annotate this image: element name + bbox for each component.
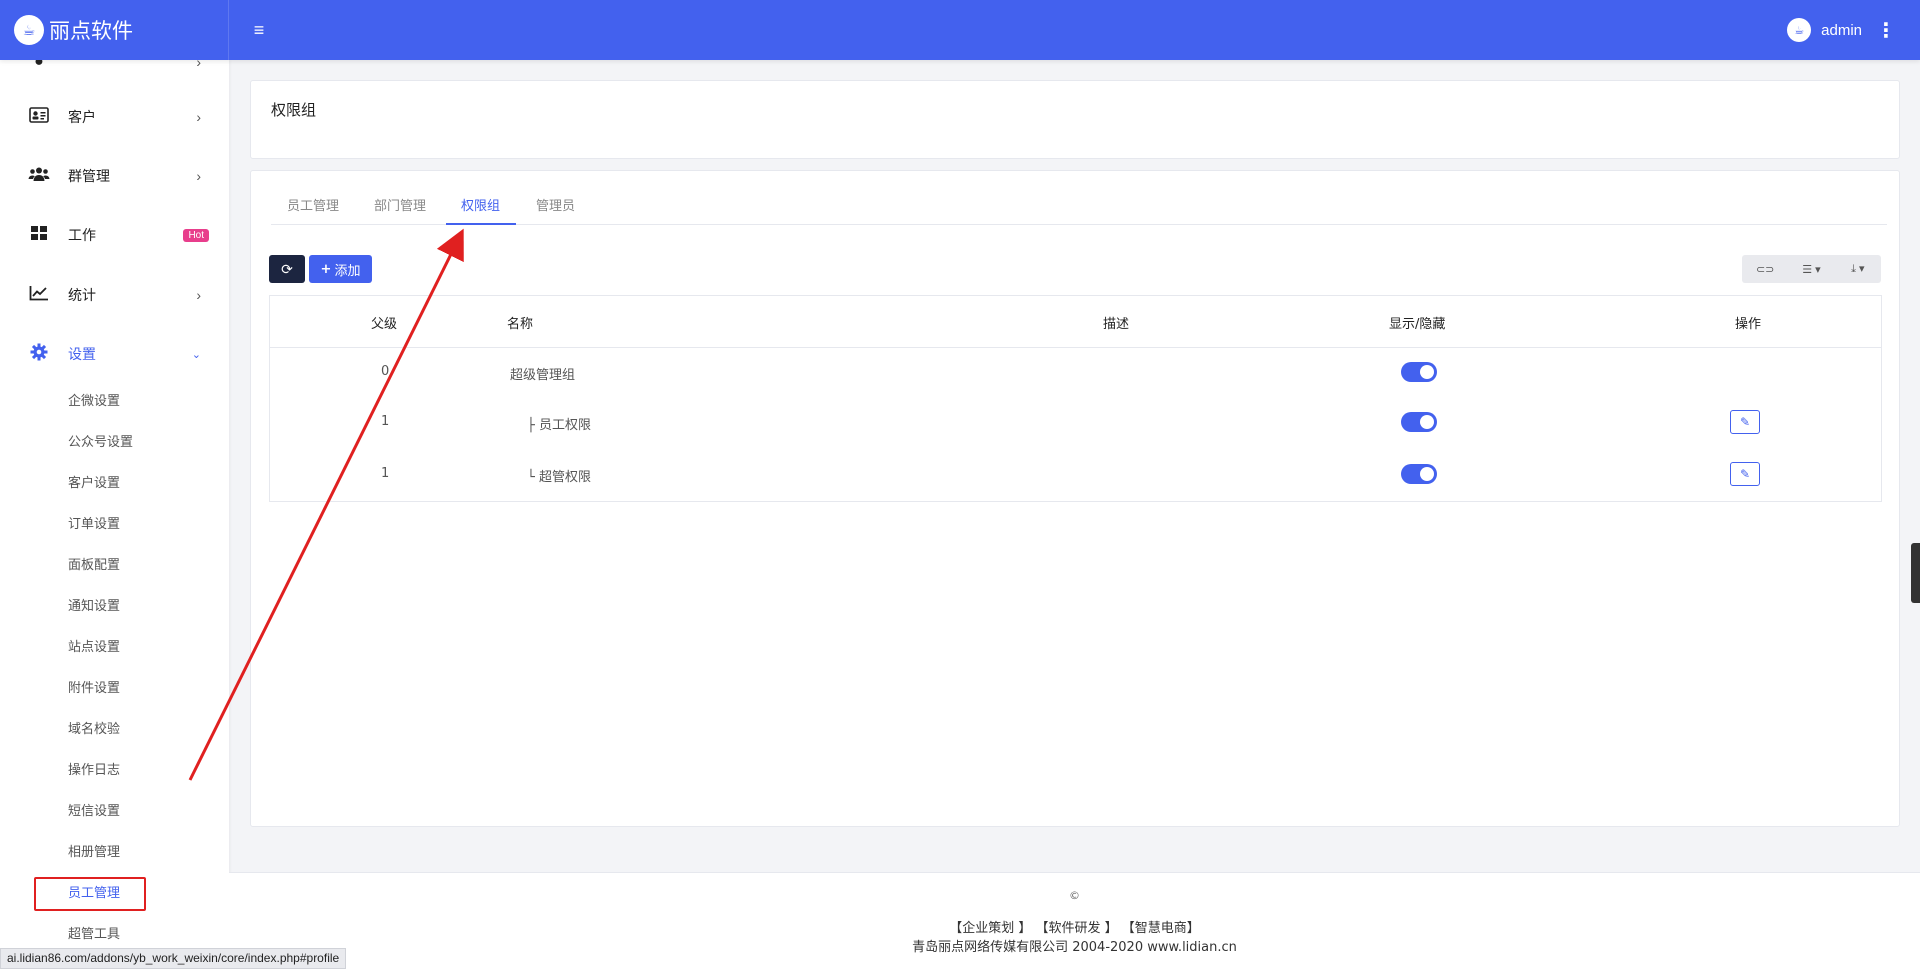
visibility-toggle[interactable] [1401, 412, 1437, 432]
tab-administrator[interactable]: 管理员 [536, 195, 575, 214]
content-card: 员工管理 部门管理 权限组 管理员 ⟳ + 添加 ⊂⊃ ☰ ▾ ⤓ ▾ 父级 名… [250, 170, 1900, 827]
sub-item-sms-settings[interactable]: 短信设置 [68, 800, 120, 822]
sidebar-item-stats[interactable]: 统计 › [0, 275, 229, 315]
sidebar-item-label: 群管理 [68, 169, 110, 185]
footer: © 【企业策划 】 【软件研发 】 【智慧电商】 青岛丽点网络传媒有限公司 20… [229, 872, 1920, 969]
sidebar-item-label: 客户 [68, 110, 96, 126]
user-menu[interactable]: ☕ admin ⋮ [1787, 0, 1920, 60]
chart-line-icon [28, 285, 50, 306]
table-tools: ⊂⊃ ☰ ▾ ⤓ ▾ [1742, 255, 1881, 283]
sub-item-operation-log[interactable]: 操作日志 [68, 759, 120, 781]
tab-bar: 员工管理 部门管理 权限组 管理员 [271, 183, 1887, 225]
page-header-card: 权限组 [250, 80, 1900, 159]
sidebar-item-label: 统计 [68, 288, 96, 304]
chevron-right-icon: › [196, 60, 201, 70]
visibility-toggle[interactable] [1401, 464, 1437, 484]
top-navbar: ☕ 丽点软件 ≡ ☕ admin ⋮ [0, 0, 1920, 60]
sidebar-item-settings[interactable]: 设置 ⌄ [0, 334, 229, 374]
pencil-icon: ✎ [1739, 467, 1751, 481]
users-icon [28, 166, 50, 187]
sub-item-site-settings[interactable]: 站点设置 [68, 636, 120, 658]
sidebar-item-hidden[interactable]: ● › [0, 60, 229, 82]
cell-name: └ 超管权限 [527, 470, 591, 485]
pencil-icon: ✎ [1739, 415, 1751, 429]
chevron-down-icon: ⌄ [191, 348, 201, 361]
status-bar-url: ai.lidian86.com/addons/yb_work_weixin/co… [0, 948, 347, 969]
logo-icon: ☕ [14, 15, 44, 45]
sub-item-notification-settings[interactable]: 通知设置 [68, 595, 120, 617]
avatar[interactable]: ☕ [1787, 18, 1812, 42]
chevron-right-icon: › [196, 168, 201, 184]
sub-item-official-account-settings[interactable]: 公众号设置 [68, 431, 133, 453]
brand[interactable]: ☕ 丽点软件 [0, 0, 229, 60]
cell-parent: 1 [381, 414, 390, 429]
footer-company: 青岛丽点网络传媒有限公司 2004-2020 www.lidian.cn [912, 940, 1237, 955]
edit-button[interactable]: ✎ [1730, 462, 1760, 486]
edit-button[interactable]: ✎ [1730, 410, 1760, 434]
chevron-right-icon: › [196, 109, 201, 125]
sidebar-item-customer[interactable]: 客户 › [0, 97, 229, 137]
scrollbar-handle[interactable] [1911, 543, 1920, 603]
footer-copyright: © [1069, 889, 1080, 902]
id-card-icon [28, 106, 50, 128]
sidebar-item-work[interactable]: 工作 Hot [0, 215, 229, 255]
columns-button[interactable]: ☰ ▾ [1788, 255, 1834, 283]
refresh-button[interactable]: ⟳ [269, 255, 305, 283]
sub-item-domain-verify[interactable]: 域名校验 [68, 718, 120, 740]
visibility-toggle[interactable] [1401, 362, 1437, 382]
download-icon: ⤓ ▾ [1851, 263, 1865, 275]
hot-badge: Hot [183, 228, 209, 242]
page-title: 权限组 [271, 101, 317, 119]
sub-item-admin-tools[interactable]: 超管工具 [68, 923, 120, 945]
cell-parent: 0 [381, 364, 390, 379]
more-vertical-icon[interactable]: ⋮ [1876, 18, 1896, 43]
sub-item-panel-config[interactable]: 面板配置 [68, 554, 120, 576]
menu-toggle-icon[interactable]: ≡ [247, 20, 271, 41]
cell-name: ├ 员工权限 [527, 418, 591, 433]
tab-department-management[interactable]: 部门管理 [374, 195, 426, 214]
sub-item-album-management[interactable]: 相册管理 [68, 841, 120, 863]
sub-item-attachment-settings[interactable]: 附件设置 [68, 677, 120, 699]
sidebar-item-label: 设置 [68, 347, 96, 363]
circle-icon: ● [34, 60, 44, 70]
active-tab-indicator [446, 223, 516, 225]
tab-staff-management[interactable]: 员工管理 [287, 195, 339, 214]
sub-item-customer-settings[interactable]: 客户设置 [68, 472, 120, 494]
toggle-view-button[interactable]: ⊂⊃ [1742, 255, 1788, 283]
cell-name: 超级管理组 [510, 368, 576, 383]
chevron-right-icon: › [196, 287, 201, 303]
sidebar-item-group[interactable]: 群管理 › [0, 156, 229, 196]
footer-links[interactable]: 【企业策划 】 【软件研发 】 【智慧电商】 [229, 917, 1920, 936]
column-header-actions: 操作 [1735, 317, 1762, 332]
column-header-parent: 父级 [371, 317, 398, 332]
gear-icon [28, 343, 50, 366]
column-header-description: 描述 [1103, 317, 1130, 332]
list-icon: ☰ ▾ [1802, 263, 1821, 276]
user-name[interactable]: admin [1821, 22, 1862, 39]
tab-permission-group[interactable]: 权限组 [461, 195, 500, 214]
table-header-divider [270, 347, 1881, 348]
grid-icon [28, 225, 50, 246]
add-button[interactable]: + 添加 [309, 255, 372, 283]
add-button-label: 添加 [334, 263, 361, 279]
annotation-highlight-box [34, 877, 146, 911]
sub-item-wecom-settings[interactable]: 企微设置 [68, 390, 120, 412]
cell-parent: 1 [381, 466, 390, 481]
sub-item-order-settings[interactable]: 订单设置 [68, 513, 120, 535]
column-header-name: 名称 [507, 317, 534, 332]
export-button[interactable]: ⤓ ▾ [1835, 255, 1881, 283]
toggle-icon: ⊂⊃ [1755, 263, 1775, 276]
column-header-visibility: 显示/隐藏 [1389, 317, 1446, 332]
brand-name: 丽点软件 [49, 19, 133, 43]
sidebar: ● › 客户 › 群管理 › 工作 Hot 统计 › 设置 ⌄ 企微设置 公众号… [0, 60, 229, 969]
plus-icon: + [320, 261, 332, 277]
permission-table: 父级 名称 描述 显示/隐藏 操作 0 超级管理组 1 ├ 员工权限 ✎ 1 └… [269, 295, 1882, 502]
sidebar-item-label: 工作 [68, 228, 96, 244]
refresh-icon: ⟳ [281, 260, 293, 277]
